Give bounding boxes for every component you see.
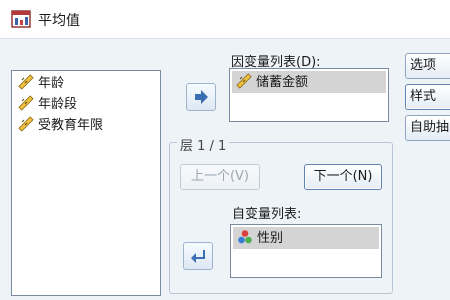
variable-label: 受教育年限: [38, 118, 104, 133]
variable-label: 年龄段: [38, 97, 78, 112]
source-variable-list[interactable]: 年龄 年龄段 受教育年限: [11, 70, 161, 296]
scale-ruler-icon: [18, 95, 34, 111]
scale-ruler-icon: [236, 73, 252, 89]
options-button[interactable]: 选项: [405, 53, 450, 79]
means-procedure-icon: [11, 10, 31, 28]
move-to-dependent-button[interactable]: [186, 83, 216, 111]
variable-label: 年龄: [38, 76, 65, 91]
layer-label: 层 1 / 1: [177, 135, 230, 154]
style-button[interactable]: 样式: [405, 84, 450, 110]
list-item[interactable]: 储蓄金额: [236, 73, 308, 92]
variable-label: 性别: [257, 231, 284, 246]
bootstrap-button[interactable]: 自助抽: [405, 115, 450, 141]
scale-ruler-icon: [18, 116, 34, 132]
independent-list[interactable]: 性别: [230, 224, 382, 278]
list-item[interactable]: 性别: [237, 229, 283, 248]
previous-layer-button[interactable]: 上一个(V): [180, 164, 260, 190]
dependent-list[interactable]: 储蓄金额: [229, 68, 389, 122]
move-to-independent-button[interactable]: [183, 242, 213, 270]
scale-ruler-icon: [18, 74, 34, 90]
return-arrow-icon: [191, 250, 205, 263]
next-layer-button[interactable]: 下一个(N): [304, 164, 382, 190]
independent-list-label: 自变量列表:: [232, 207, 302, 222]
window-title: 平均值: [38, 13, 80, 29]
list-item[interactable]: 年龄: [18, 74, 64, 93]
nominal-circles-icon: [238, 230, 252, 244]
variable-label: 储蓄金额: [256, 75, 309, 90]
arrow-right-icon: [195, 90, 208, 104]
list-item[interactable]: 年龄段: [18, 95, 77, 114]
list-item[interactable]: 受教育年限: [18, 116, 103, 135]
title-bar: 平均值: [0, 0, 450, 39]
